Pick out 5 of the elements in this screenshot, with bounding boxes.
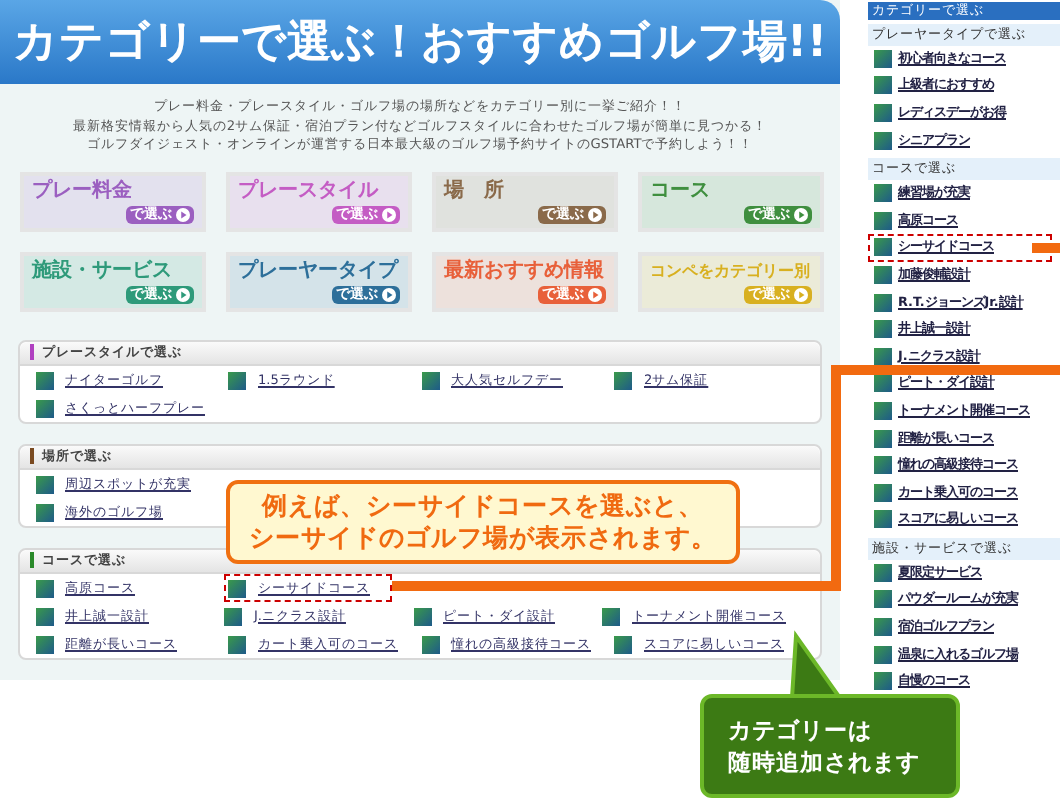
callout-text: 随時追加されます [728,746,922,778]
callout-text: カテゴリーは [728,714,874,746]
callout-text: シーサイドのゴルフ場が表示されます。 [249,522,717,554]
callout-text: 例えば、シーサイドコースを選ぶと、 [262,490,704,522]
banner-title: カテゴリーで選ぶ！おすすめゴルフ場!! [12,16,828,72]
